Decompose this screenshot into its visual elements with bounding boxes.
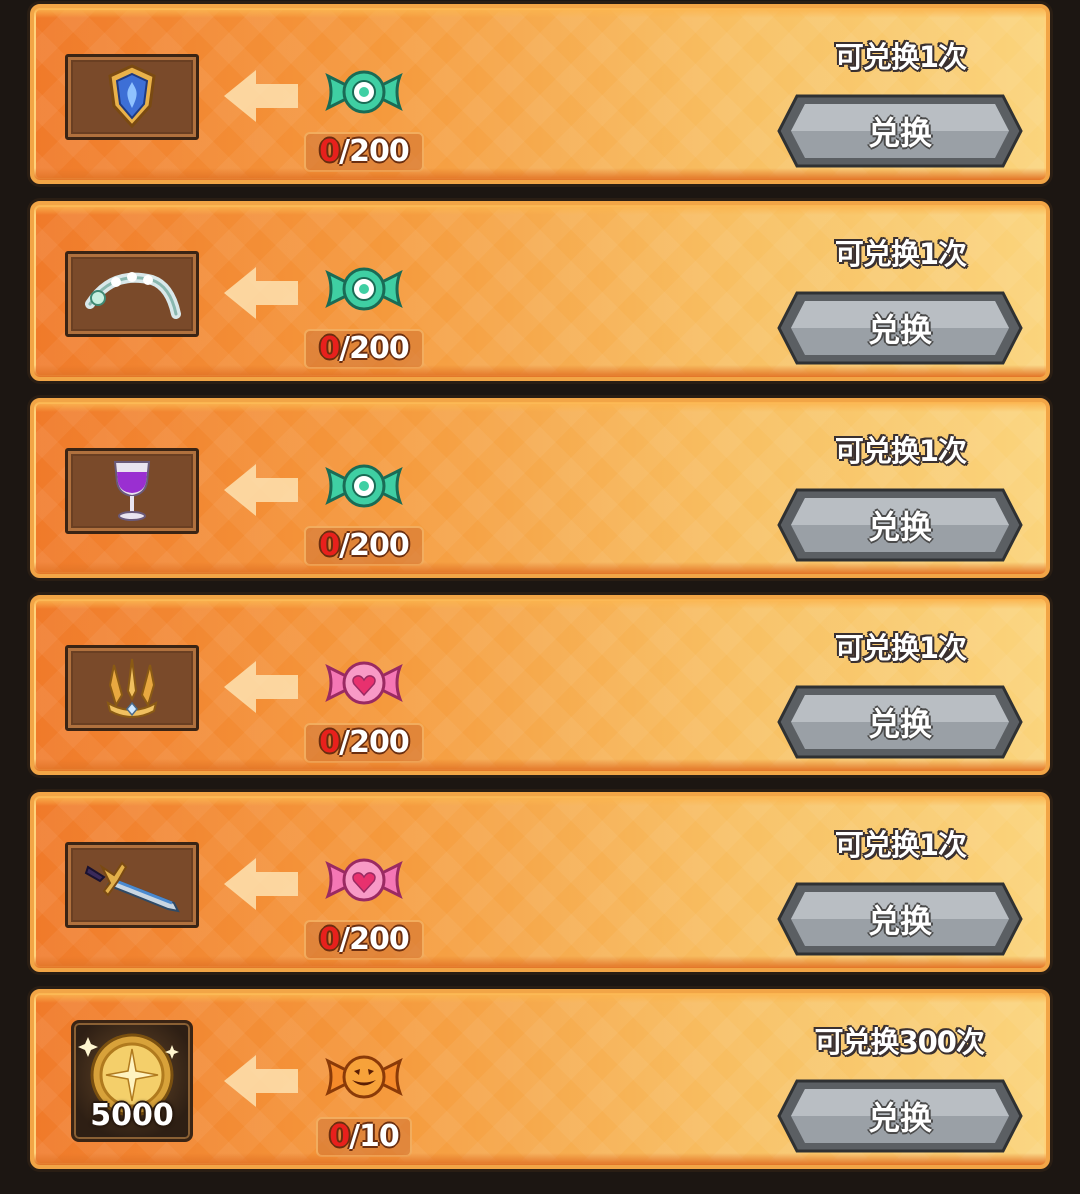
arrow-left-icon xyxy=(224,661,298,713)
blue-crest-emblem-icon xyxy=(108,64,156,129)
exchange-button-label: 兑换 xyxy=(867,1099,932,1137)
reward-slot[interactable] xyxy=(65,54,199,140)
green-candy-icon xyxy=(325,70,403,114)
progress-current: 0 xyxy=(319,331,340,366)
exchange-row: 0/200 可兑换1次 兑换 xyxy=(30,398,1050,578)
exchange-button[interactable]: 兑换 xyxy=(775,289,1025,367)
exchange-button-label: 兑换 xyxy=(867,705,932,743)
green-candy-icon xyxy=(325,267,403,311)
candy-progress: 0/10 xyxy=(316,1117,412,1157)
arrow-left-icon xyxy=(224,1055,298,1107)
exchange-row: 0/200 可兑换1次 兑换 xyxy=(30,201,1050,381)
candy-progress: 0/200 xyxy=(304,329,424,369)
progress-total: /10 xyxy=(349,1119,400,1154)
reward-slot[interactable] xyxy=(65,448,199,534)
golden-crown-icon xyxy=(106,658,158,718)
exchange-limit-text: 可兑换1次 xyxy=(834,40,967,74)
progress-total: /200 xyxy=(339,331,410,366)
progress-total: /200 xyxy=(339,528,410,563)
arrow-left-icon xyxy=(224,70,298,122)
candy-progress: 0/200 xyxy=(304,920,424,960)
arrow-left-icon xyxy=(224,858,298,910)
reward-slot[interactable] xyxy=(65,645,199,731)
progress-current: 0 xyxy=(319,922,340,957)
exchange-button-label: 兑换 xyxy=(867,902,932,940)
exchange-limit-text: 可兑换300次 xyxy=(814,1025,985,1059)
exchange-button-label: 兑换 xyxy=(867,114,932,152)
exchange-button[interactable]: 兑换 xyxy=(775,683,1025,761)
reward-slot[interactable] xyxy=(65,842,199,928)
exchange-limit-text: 可兑换1次 xyxy=(834,434,967,468)
purple-wine-goblet-icon xyxy=(113,461,151,521)
reward-amount: 5000 xyxy=(90,1098,174,1133)
arrow-left-icon xyxy=(224,464,298,516)
exchange-row: 5000 0/10 可兑换300次 兑换 xyxy=(30,989,1050,1169)
pearl-flower-headband-icon xyxy=(85,272,181,319)
exchange-limit-text: 可兑换1次 xyxy=(834,237,967,271)
exchange-button[interactable]: 兑换 xyxy=(775,486,1025,564)
candy-progress: 0/200 xyxy=(304,132,424,172)
exchange-limit-text: 可兑换1次 xyxy=(834,828,967,862)
exchange-button-label: 兑换 xyxy=(867,508,932,546)
progress-total: /200 xyxy=(339,134,410,169)
exchange-row: 0/200 可兑换1次 兑换 xyxy=(30,4,1050,184)
progress-current: 0 xyxy=(319,528,340,563)
exchange-button[interactable]: 兑换 xyxy=(775,880,1025,958)
reward-slot[interactable] xyxy=(65,251,199,337)
green-candy-icon xyxy=(325,464,403,508)
candy-progress: 0/200 xyxy=(304,723,424,763)
exchange-row: 0/200 可兑换1次 兑换 xyxy=(30,792,1050,972)
arrow-left-icon xyxy=(224,267,298,319)
exchange-button-label: 兑换 xyxy=(867,311,932,349)
exchange-row: 0/200 可兑换1次 兑换 xyxy=(30,595,1050,775)
pink-heart-candy-icon xyxy=(325,661,403,705)
pumpkin-candy-icon xyxy=(325,1055,403,1099)
candy-progress: 0/200 xyxy=(304,526,424,566)
progress-current: 0 xyxy=(329,1119,350,1154)
exchange-list: 0/200 可兑换1次 兑换 0/200 可兑换1次 兑换 0/200 可兑换1… xyxy=(0,0,1080,1194)
progress-current: 0 xyxy=(319,725,340,760)
reward-slot[interactable]: 5000 xyxy=(71,1020,193,1142)
progress-total: /200 xyxy=(339,922,410,957)
exchange-limit-text: 可兑换1次 xyxy=(834,631,967,665)
progress-current: 0 xyxy=(319,134,340,169)
exchange-button[interactable]: 兑换 xyxy=(775,92,1025,170)
progress-total: /200 xyxy=(339,725,410,760)
steel-sword-icon xyxy=(84,861,180,913)
exchange-button[interactable]: 兑换 xyxy=(775,1077,1025,1155)
pink-heart-candy-icon xyxy=(325,858,403,902)
